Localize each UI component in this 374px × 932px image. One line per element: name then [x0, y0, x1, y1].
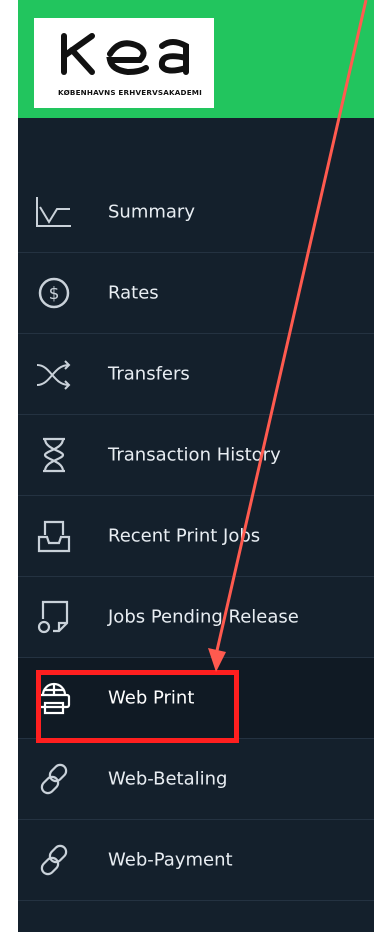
sidebar-item-label: Jobs Pending Release	[108, 606, 299, 628]
sidebar-item-transfers[interactable]: Transfers	[18, 334, 374, 415]
dollar-circle-icon: $	[34, 273, 74, 313]
logo-wordmark	[58, 30, 208, 86]
sidebar-item-recent-print-jobs[interactable]: Recent Print Jobs	[18, 496, 374, 577]
sidebar-item-label: Summary	[108, 201, 195, 223]
svg-text:$: $	[49, 284, 60, 304]
sidebar: KØBENHAVNS ERHVERVSAKADEMI Summary $ Rat…	[18, 0, 374, 932]
sidebar-item-rates[interactable]: $ Rates	[18, 253, 374, 334]
kea-logo[interactable]: KØBENHAVNS ERHVERVSAKADEMI	[34, 18, 214, 108]
sidebar-nav: Summary $ Rates Transfers Transaction Hi…	[18, 172, 374, 901]
logo-subtitle: KØBENHAVNS ERHVERVSAKADEMI	[58, 88, 203, 97]
hourglass-icon	[34, 435, 74, 475]
link-chain-icon	[34, 840, 74, 880]
sidebar-item-label: Rates	[108, 282, 159, 304]
sidebar-item-summary[interactable]: Summary	[18, 172, 374, 253]
printer-page-icon	[34, 597, 74, 637]
sidebar-item-transaction-history[interactable]: Transaction History	[18, 415, 374, 496]
inbox-tray-icon	[34, 516, 74, 556]
sidebar-item-label: Transfers	[108, 363, 190, 385]
sidebar-item-web-betaling[interactable]: Web-Betaling	[18, 739, 374, 820]
kea-wordmark-icon	[61, 33, 189, 76]
line-chart-icon	[34, 192, 74, 232]
sidebar-item-label: Web-Betaling	[108, 768, 228, 790]
sidebar-item-label: Transaction History	[108, 444, 281, 466]
shuffle-icon	[34, 354, 74, 394]
globe-printer-icon	[34, 678, 74, 718]
link-chain-icon	[34, 759, 74, 799]
sidebar-item-web-payment[interactable]: Web-Payment	[18, 820, 374, 901]
sidebar-item-label: Recent Print Jobs	[108, 525, 261, 547]
brand-bar: KØBENHAVNS ERHVERVSAKADEMI	[18, 0, 374, 118]
sidebar-item-web-print[interactable]: Web Print	[18, 658, 374, 739]
sidebar-item-label: Web-Payment	[108, 849, 233, 871]
sidebar-item-label: Web Print	[108, 687, 195, 709]
sidebar-item-jobs-pending-release[interactable]: Jobs Pending Release	[18, 577, 374, 658]
page-frame: KØBENHAVNS ERHVERVSAKADEMI Summary $ Rat…	[0, 0, 374, 932]
